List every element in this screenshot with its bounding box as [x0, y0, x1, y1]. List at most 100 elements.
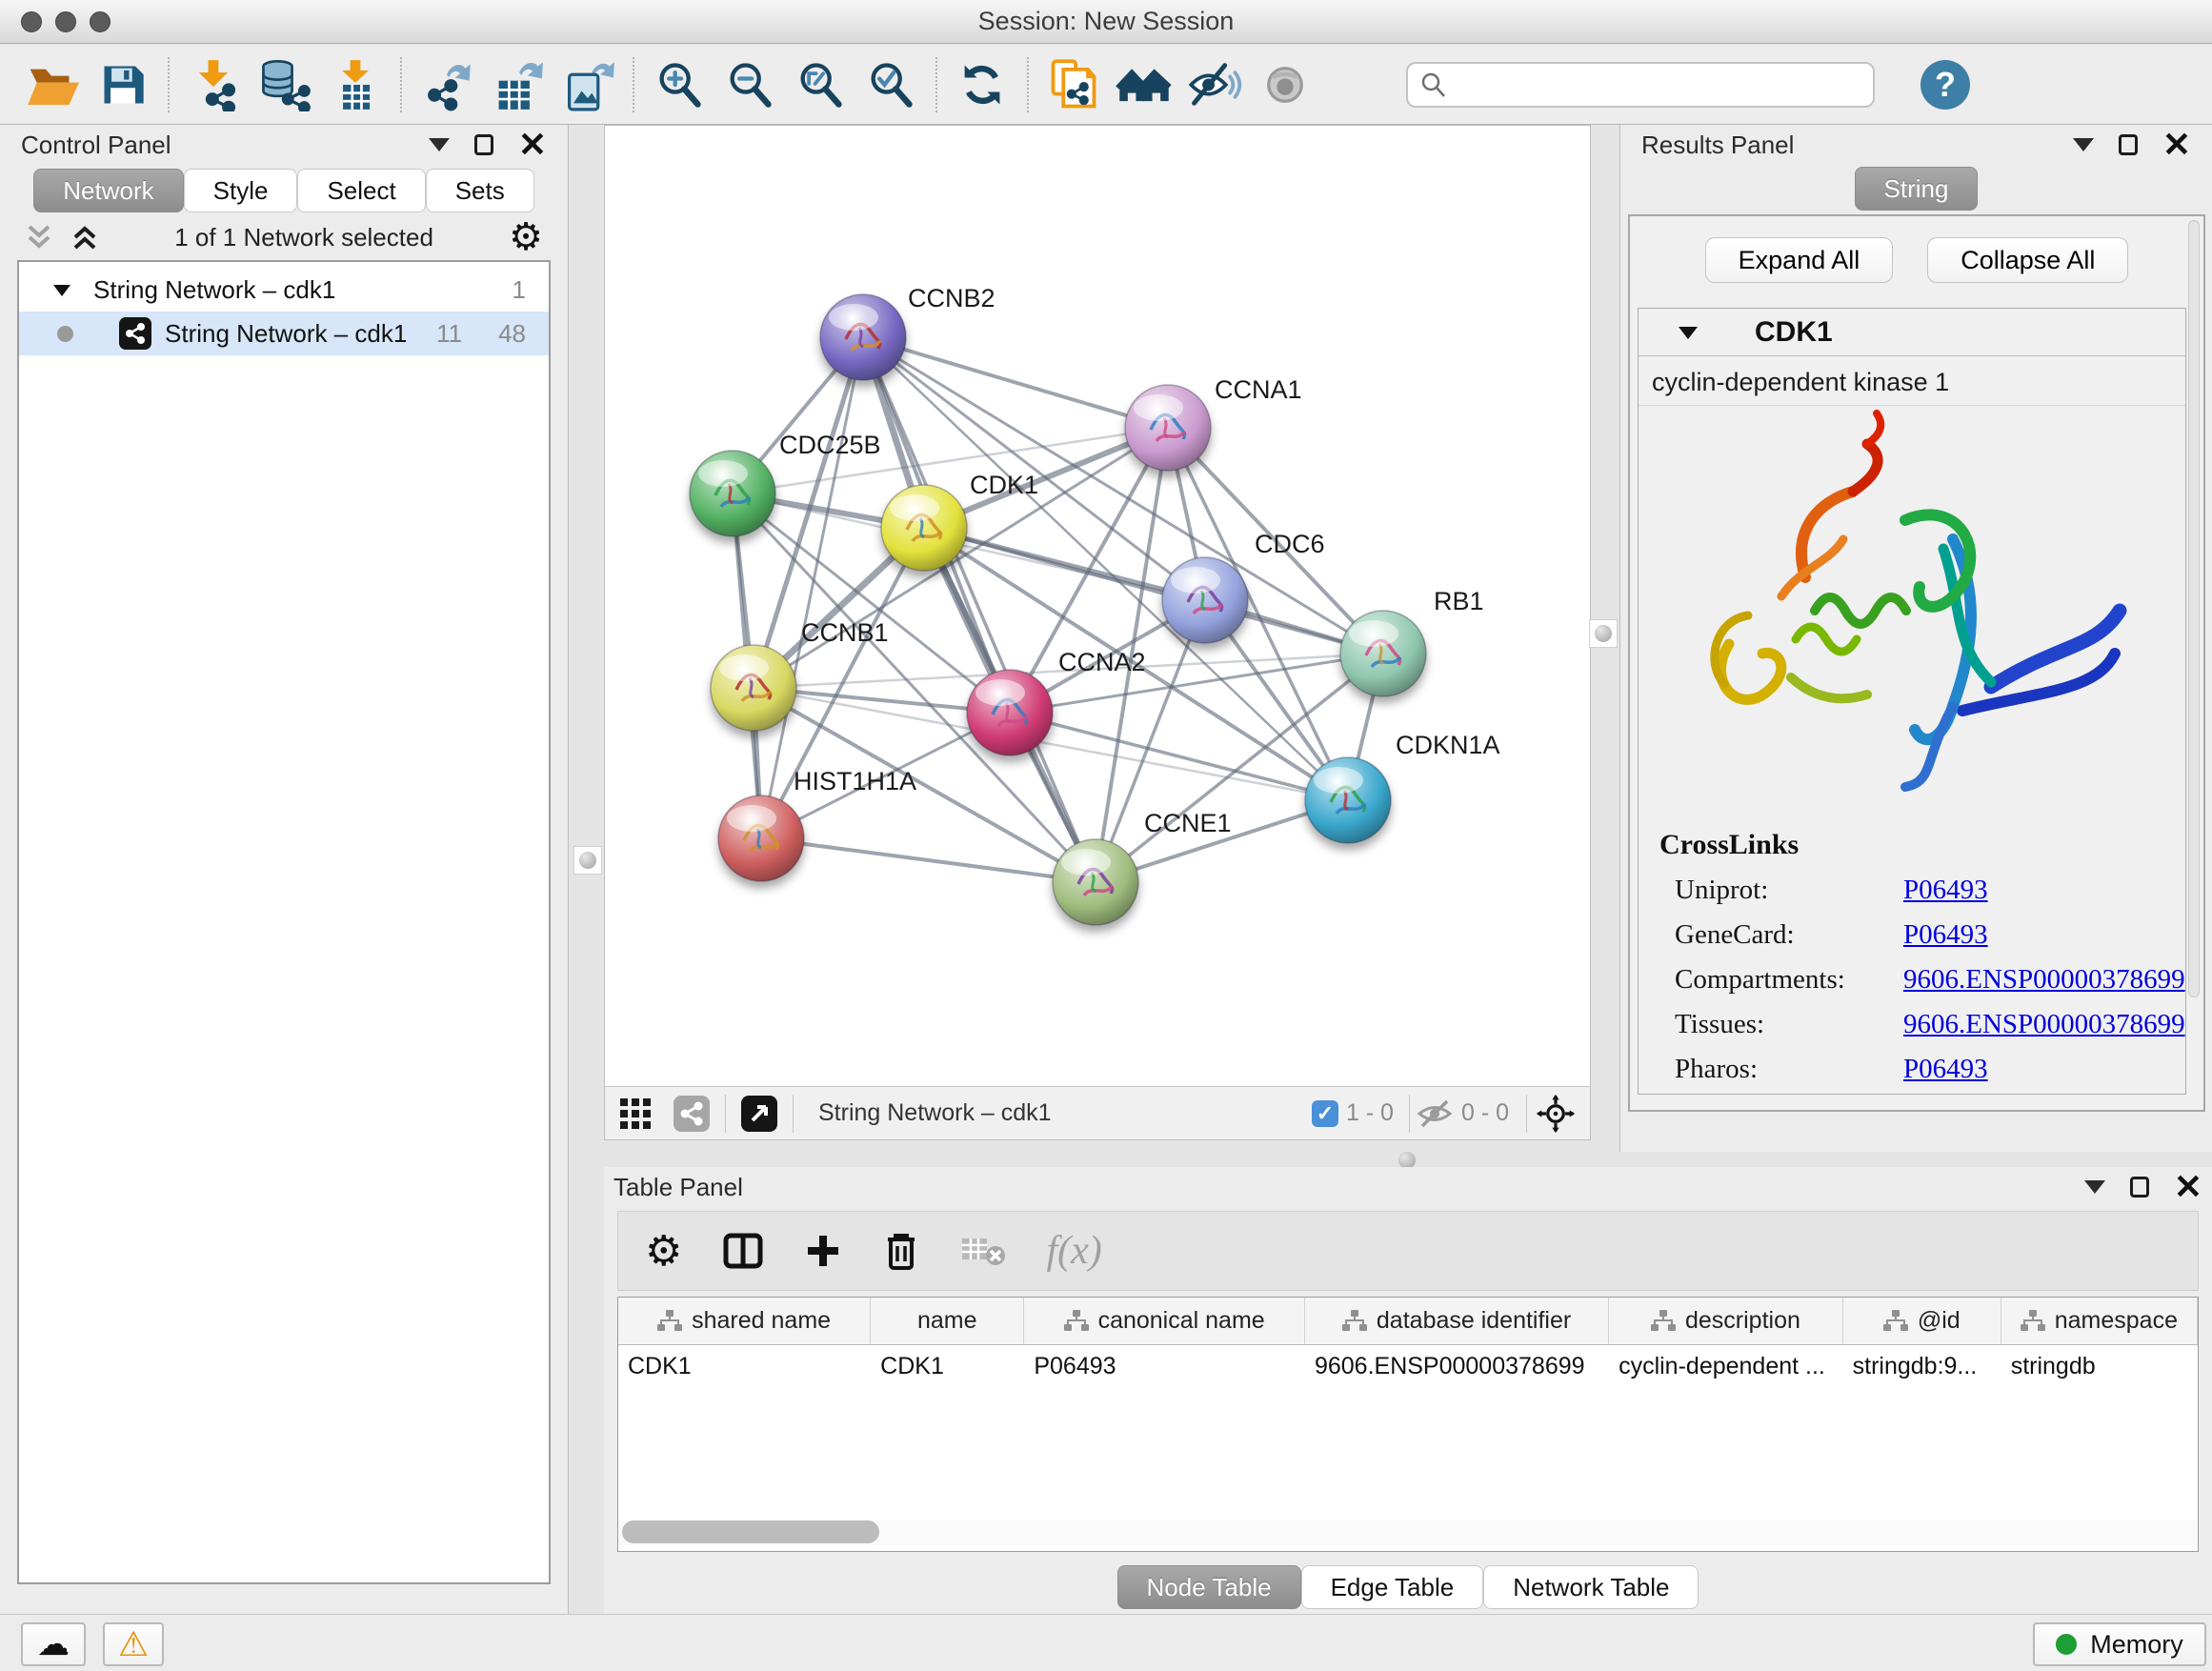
tab-network[interactable]: Network: [33, 169, 183, 212]
control-panel-menu-icon[interactable]: [429, 138, 450, 151]
string-home-icon[interactable]: [1109, 54, 1179, 115]
results-panel-menu-icon[interactable]: [2073, 138, 2094, 151]
network-canvas[interactable]: CCNB2CCNA1CDC25BCDK1CDC6RB1CCNB1CCNA2CDK…: [605, 126, 1590, 1086]
table-cell[interactable]: cyclin-dependent ...: [1609, 1345, 1843, 1389]
memory-button[interactable]: Memory: [2033, 1622, 2206, 1666]
birdseye-crosshair-icon[interactable]: [1535, 1093, 1577, 1135]
detach-view-icon[interactable]: [741, 1096, 777, 1132]
split-columns-icon[interactable]: [722, 1230, 764, 1272]
selected-checkbox-icon[interactable]: ✓: [1312, 1100, 1338, 1127]
table-cell[interactable]: 9606.ENSP00000378699: [1305, 1345, 1609, 1389]
export-table-icon[interactable]: [482, 54, 553, 115]
network-node-CCNE1[interactable]: [1053, 839, 1138, 925]
network-node-RB1[interactable]: [1340, 611, 1426, 696]
table-cell[interactable]: CDK1: [871, 1345, 1024, 1389]
network-collection-row[interactable]: String Network – cdk1 1: [19, 268, 549, 312]
expand-all-button[interactable]: Expand All: [1705, 237, 1894, 283]
help-button[interactable]: ?: [1920, 60, 1970, 110]
network-node-CDKN1A[interactable]: [1305, 757, 1391, 843]
column-header-namespace[interactable]: namespace: [2001, 1298, 2198, 1344]
grid-view-icon[interactable]: [618, 1097, 653, 1131]
tab-edge-table[interactable]: Edge Table: [1301, 1565, 1484, 1609]
control-panel-close-icon[interactable]: ✕: [518, 131, 547, 159]
tab-select[interactable]: Select: [297, 169, 425, 212]
network-node-CDC25B[interactable]: [690, 451, 775, 536]
zoom-selected-icon[interactable]: [855, 54, 926, 115]
gene-section-header[interactable]: CDK1: [1639, 309, 2185, 356]
column-header-description[interactable]: description: [1609, 1298, 1843, 1344]
crosslink-label: Compartments:: [1675, 964, 1903, 996]
network-node-CCNA2[interactable]: [967, 670, 1053, 755]
zoom-in-icon[interactable]: [644, 54, 714, 115]
apply-layout-icon[interactable]: [947, 54, 1017, 115]
table-settings-gear-icon[interactable]: ⚙: [645, 1227, 682, 1276]
network-share-icon[interactable]: [674, 1096, 710, 1132]
network-node-CDK1[interactable]: [881, 485, 967, 571]
crosslink-link[interactable]: P06493: [1903, 1054, 1988, 1085]
control-panel-float-icon[interactable]: [474, 134, 493, 155]
table-cell[interactable]: CDK1: [618, 1345, 871, 1389]
tab-sets[interactable]: Sets: [426, 169, 534, 212]
tab-string[interactable]: String: [1855, 167, 1979, 211]
string-glass-effect-icon[interactable]: [1179, 54, 1250, 115]
table-cell[interactable]: stringdb:9...: [1843, 1345, 2001, 1389]
scrollbar-thumb[interactable]: [622, 1520, 879, 1543]
tab-style[interactable]: Style: [184, 169, 298, 212]
crosslink-link[interactable]: 9606.ENSP00000378699: [1903, 964, 2185, 996]
table-cell[interactable]: stringdb: [2001, 1345, 2198, 1389]
network-node-CCNB2[interactable]: [820, 294, 906, 380]
save-session-icon[interactable]: [88, 54, 158, 115]
warnings-button[interactable]: ⚠: [103, 1622, 164, 1666]
table-panel-float-icon[interactable]: [2130, 1177, 2149, 1198]
table-panel-menu-icon[interactable]: [2084, 1180, 2105, 1194]
tab-node-table[interactable]: Node Table: [1117, 1565, 1301, 1609]
minimize-window-button[interactable]: [55, 11, 76, 32]
open-session-icon[interactable]: [17, 54, 88, 115]
network-node-CDC6[interactable]: [1162, 557, 1248, 643]
export-image-icon[interactable]: [553, 54, 623, 115]
network-node-CCNA1[interactable]: [1125, 385, 1211, 471]
table-horizontal-scrollbar[interactable]: [618, 1520, 2196, 1545]
results-panel-float-icon[interactable]: [2119, 134, 2138, 155]
results-scrollbar[interactable]: [2188, 220, 2200, 997]
import-network-database-icon[interactable]: [250, 54, 320, 115]
expand-all-networks-icon[interactable]: [70, 221, 99, 253]
zoom-window-button[interactable]: [90, 11, 111, 32]
results-panel-close-icon[interactable]: ✕: [2162, 131, 2191, 159]
zoom-out-icon[interactable]: [714, 54, 785, 115]
crosslink-link[interactable]: 9606.ENSP00000378699: [1903, 1009, 2185, 1040]
network-row[interactable]: String Network – cdk1 11 48: [19, 312, 549, 355]
string-eye-icon[interactable]: [1250, 54, 1320, 115]
network-node-HIST1H1A[interactable]: [718, 795, 804, 881]
add-column-icon[interactable]: [804, 1232, 842, 1270]
network-node-CCNB1[interactable]: [711, 645, 796, 731]
column-header-canonicalname[interactable]: canonical name: [1024, 1298, 1305, 1344]
collapse-all-networks-icon[interactable]: [25, 221, 53, 253]
network-options-gear-icon[interactable]: ⚙: [509, 218, 543, 256]
delete-column-icon[interactable]: [882, 1230, 920, 1272]
export-network-icon[interactable]: [412, 54, 482, 115]
search-input[interactable]: [1448, 71, 1848, 98]
table-panel-close-icon[interactable]: ✕: [2174, 1173, 2202, 1201]
zoom-fit-content-icon[interactable]: [785, 54, 855, 115]
right-splitter-handle[interactable]: [1589, 619, 1618, 648]
collapse-all-button[interactable]: Collapse All: [1927, 237, 2128, 283]
crosslink-link[interactable]: P06493: [1903, 919, 1988, 951]
column-header-id[interactable]: @id: [1843, 1298, 2001, 1344]
left-splitter-handle[interactable]: [573, 846, 602, 875]
crosslink-link[interactable]: P06493: [1903, 875, 1988, 906]
import-network-file-icon[interactable]: [179, 54, 250, 115]
gene-expander-icon[interactable]: [1677, 323, 1699, 342]
column-header-databaseidentifier[interactable]: database identifier: [1305, 1298, 1609, 1344]
string-copy-network-icon[interactable]: [1038, 54, 1109, 115]
toolbar-search[interactable]: [1406, 62, 1875, 108]
column-header-sharedname[interactable]: shared name: [618, 1298, 871, 1344]
import-table-file-icon[interactable]: [320, 54, 391, 115]
table-cell[interactable]: P06493: [1024, 1345, 1305, 1389]
collection-expander-icon[interactable]: [51, 281, 72, 298]
table-row[interactable]: CDK1CDK1P064939606.ENSP00000378699cyclin…: [618, 1345, 2198, 1389]
cloud-button[interactable]: ☁: [21, 1622, 86, 1666]
column-header-name[interactable]: name: [871, 1298, 1024, 1344]
tab-network-table[interactable]: Network Table: [1483, 1565, 1699, 1609]
close-window-button[interactable]: [21, 11, 42, 32]
